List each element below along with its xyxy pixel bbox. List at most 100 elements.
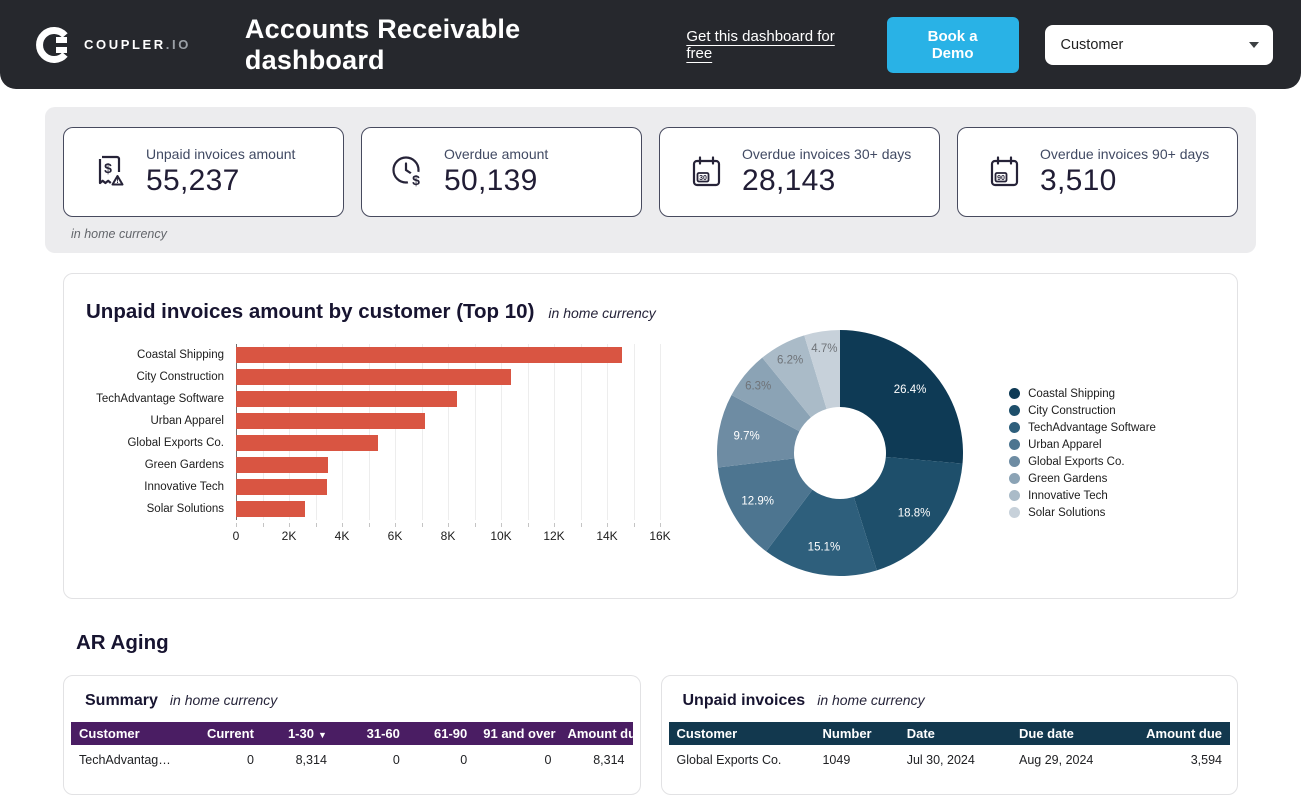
axis-tick-label: 6K	[387, 529, 403, 543]
legend-label: City Construction	[1028, 404, 1116, 417]
kpi-text: Unpaid invoices amount 55,237	[146, 146, 295, 198]
axis-tick-label: 12K	[543, 529, 565, 543]
sort-desc-icon: ▼	[317, 730, 327, 740]
legend-label: Urban Apparel	[1028, 438, 1102, 451]
svg-text:$: $	[104, 160, 112, 176]
kpi-label: Unpaid invoices amount	[146, 146, 296, 162]
axis-tick	[501, 523, 502, 527]
axis-tick	[262, 523, 264, 527]
summary-table: Customer Current 1-30 ▼ 31-60 61-90 91 and ove…	[71, 722, 633, 767]
column-header[interactable]: Number	[814, 722, 899, 745]
legend-item: Urban Apparel	[1009, 436, 1156, 453]
column-header[interactable]: Amount due	[1128, 722, 1230, 745]
customer-filter-dropdown[interactable]: Customer	[1044, 24, 1273, 65]
legend-item: City Construction	[1009, 402, 1156, 419]
legend-item: Green Gardens	[1009, 470, 1156, 487]
calendar-30-icon: 30	[686, 152, 726, 192]
legend-item: Coastal Shipping	[1009, 385, 1156, 402]
page-title: Accounts Receivable dashboard	[244, 13, 521, 75]
book-demo-button[interactable]: Book a Demo	[886, 16, 1019, 73]
brand-name: COUPLER	[84, 37, 166, 52]
filter-value: Customer	[1060, 36, 1124, 53]
bar-chart-value-axis: 0 2K 4K 6K 8K 10K 12K 14K 16K	[233, 523, 671, 545]
svg-text:90: 90	[997, 175, 1005, 182]
chevron-down-icon	[1249, 41, 1259, 48]
donut-slice-label: 12.9%	[741, 495, 774, 507]
summary-table-title: Summary	[85, 692, 158, 709]
bar	[236, 413, 425, 429]
column-header[interactable]: Customer	[668, 722, 815, 745]
coupler-logo[interactable]: COUPLER.IO	[34, 25, 191, 65]
legend-label: Solar Solutions	[1028, 506, 1106, 519]
donut-slice-label: 4.7%	[811, 343, 837, 355]
axis-tick-label: 2K	[281, 529, 297, 543]
bar-chart: Coastal Shipping City Construction TechAdv…	[86, 344, 671, 576]
kpi-card-unpaid-invoices: $ ! Unpaid invoices amount 55,237	[63, 127, 344, 217]
table-cell: Aug 29, 2024	[1019, 753, 1094, 767]
table-cell: 8,314	[295, 753, 327, 767]
bar	[236, 501, 305, 517]
axis-tick	[580, 523, 582, 527]
axis-tick-label: 4K	[334, 529, 350, 543]
column-header[interactable]: 91 and over	[475, 722, 560, 745]
invoice-warning-icon: $ !	[90, 152, 130, 192]
kpi-card-overdue-30: 30 Overdue invoices 30+ days 28,143	[659, 127, 940, 217]
kpi-value: 55,237	[146, 164, 240, 197]
kpi-text: Overdue invoices 30+ days 28,143	[742, 146, 911, 198]
bar	[236, 479, 327, 495]
column-header[interactable]: Current	[183, 722, 262, 745]
legend-item: Solar Solutions	[1009, 504, 1156, 521]
unpaid-invoices-table: Customer Number Date Due date Amount due Glob…	[668, 722, 1231, 767]
bar	[236, 369, 512, 385]
table-row: Global Exports Co. 1049 Jul 30, 2024 Aug 29…	[669, 745, 1231, 767]
get-dashboard-link[interactable]: Get this dashboard for free	[686, 28, 860, 62]
bar	[236, 435, 378, 451]
chart-title-row: Unpaid invoices amount by customer (Top …	[86, 300, 1213, 324]
column-header[interactable]: Amount due	[559, 722, 633, 745]
summary-currency-note: in home currency	[169, 692, 278, 708]
bar	[236, 391, 458, 407]
svg-text:$: $	[412, 172, 420, 188]
chart-title: Unpaid invoices amount by customer (Top …	[86, 300, 535, 323]
table-cell: Global Exports Co.	[676, 753, 782, 767]
bar-chart-plot: 0 2K 4K 6K 8K 10K 12K 14K 16K	[233, 344, 671, 576]
axis-tick-label: 10K	[490, 529, 512, 543]
bar-category-label: Global Exports Co.	[127, 437, 224, 449]
coupler-logo-icon	[36, 26, 68, 63]
bar-category-label: City Construction	[136, 371, 224, 383]
column-header[interactable]: Date	[898, 722, 1011, 745]
legend-item: Global Exports Co.	[1009, 453, 1156, 470]
column-header[interactable]: Customer	[71, 722, 184, 745]
column-header[interactable]: Due date	[1011, 722, 1129, 745]
axis-tick	[660, 523, 661, 527]
kpi-cards: $ ! Unpaid invoices amount 55,237 $ Over…	[63, 127, 1238, 217]
axis-tick	[421, 523, 423, 527]
donut-slice-label: 6.2%	[777, 354, 803, 366]
ar-aging-tables: Summary in home currency Customer Current…	[63, 675, 1238, 795]
legend-dot	[1009, 405, 1021, 416]
donut-slice	[840, 330, 964, 464]
bar-chart-gridline	[660, 344, 661, 520]
donut-chart: 26.4% 18.8% 15.1% 12.9% 9.7% 6.3% 6.2% 4.7%	[717, 330, 964, 576]
column-header[interactable]: 1-30 ▼	[261, 722, 335, 745]
axis-tick	[236, 523, 237, 527]
axis-tick	[289, 523, 290, 527]
bar-category-label: Solar Solutions	[146, 503, 224, 515]
legend-label: Innovative Tech	[1028, 489, 1108, 502]
legend-item: Innovative Tech	[1009, 487, 1156, 504]
table-cell: 0	[392, 753, 400, 767]
bar-category-label: Innovative Tech	[144, 481, 224, 493]
bar-category-label: TechAdvantage Software	[96, 393, 224, 405]
axis-tick	[607, 523, 608, 527]
axis-tick	[527, 523, 529, 527]
donut-slice-label: 6.3%	[745, 381, 771, 393]
legend-dot	[1009, 490, 1021, 501]
kpi-currency-note: in home currency	[71, 227, 167, 241]
legend-label: Global Exports Co.	[1028, 455, 1125, 468]
unpaid-invoices-table-title: Unpaid invoices	[682, 692, 806, 709]
kpi-text: Overdue amount 50,139	[444, 146, 548, 198]
column-header[interactable]: 61-90	[407, 722, 476, 745]
bar	[236, 457, 329, 473]
column-header[interactable]: 31-60	[334, 722, 408, 745]
table-cell: 0	[246, 753, 254, 767]
